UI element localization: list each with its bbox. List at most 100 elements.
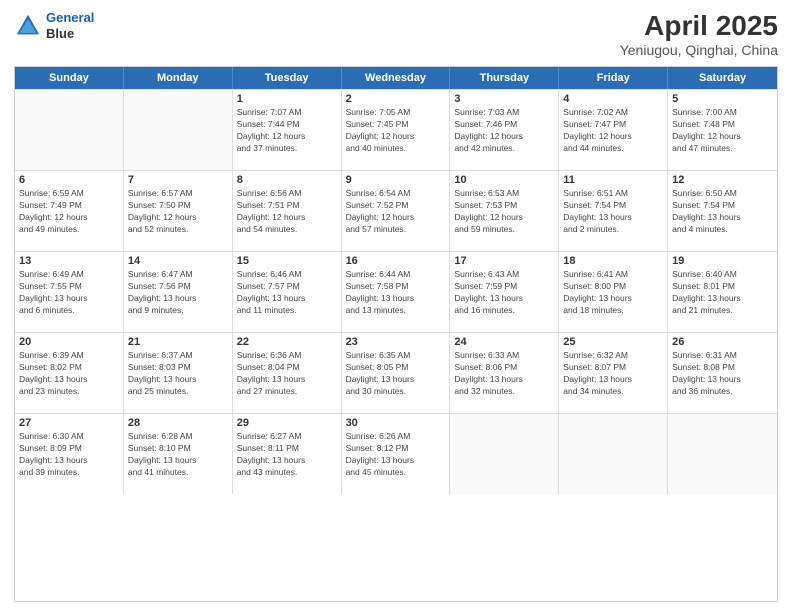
day-info: Sunrise: 6:57 AM Sunset: 7:50 PM Dayligh… [128,188,228,236]
calendar-day-20: 20 Sunrise: 6:39 AM Sunset: 8:02 PM Dayli… [15,333,124,413]
day-info: Sunrise: 6:47 AM Sunset: 7:56 PM Dayligh… [128,269,228,317]
calendar-day-29: 29 Sunrise: 6:27 AM Sunset: 8:11 PM Dayli… [233,414,342,494]
header-day-tuesday: Tuesday [233,67,342,89]
calendar-day-30: 30 Sunrise: 6:26 AM Sunset: 8:12 PM Dayli… [342,414,451,494]
header-day-thursday: Thursday [450,67,559,89]
calendar-day-12: 12 Sunrise: 6:50 AM Sunset: 7:54 PM Dayli… [668,171,777,251]
day-number: 26 [672,336,773,348]
day-number: 5 [672,93,773,105]
title-section: April 2025 Yeniugou, Qinghai, China [620,10,778,58]
calendar-day-10: 10 Sunrise: 6:53 AM Sunset: 7:53 PM Dayli… [450,171,559,251]
day-number: 24 [454,336,554,348]
day-number: 22 [237,336,337,348]
day-info: Sunrise: 6:59 AM Sunset: 7:49 PM Dayligh… [19,188,119,236]
day-number: 14 [128,255,228,267]
calendar-week-3: 20 Sunrise: 6:39 AM Sunset: 8:02 PM Dayli… [15,332,777,413]
calendar-day-9: 9Sunrise: 6:54 AM Sunset: 7:52 PM Daylig… [342,171,451,251]
calendar-day-empty [559,414,668,494]
calendar-day-22: 22Sunrise: 6:36 AM Sunset: 8:04 PM Dayli… [233,333,342,413]
calendar-day-14: 14 Sunrise: 6:47 AM Sunset: 7:56 PM Dayli… [124,252,233,332]
calendar-day-26: 26 Sunrise: 6:31 AM Sunset: 8:08 PM Dayli… [668,333,777,413]
day-number: 11 [563,174,663,186]
calendar-day-2: 2 Sunrise: 7:05 AM Sunset: 7:45 PM Daylig… [342,90,451,170]
day-info: Sunrise: 6:50 AM Sunset: 7:54 PM Dayligh… [672,188,773,236]
calendar-body: 1 Sunrise: 7:07 AM Sunset: 7:44 PM Daylig… [15,89,777,494]
header-day-wednesday: Wednesday [342,67,451,89]
calendar-day-empty [15,90,124,170]
calendar-day-empty [668,414,777,494]
calendar-day-19: 19 Sunrise: 6:40 AM Sunset: 8:01 PM Dayli… [668,252,777,332]
day-info: Sunrise: 6:44 AM Sunset: 7:58 PM Dayligh… [346,269,446,317]
calendar-day-21: 21Sunrise: 6:37 AM Sunset: 8:03 PM Dayli… [124,333,233,413]
day-number: 17 [454,255,554,267]
day-info: Sunrise: 6:27 AM Sunset: 8:11 PM Dayligh… [237,431,337,479]
day-number: 12 [672,174,773,186]
calendar-day-5: 5 Sunrise: 7:00 AM Sunset: 7:48 PM Daylig… [668,90,777,170]
day-info: Sunrise: 6:39 AM Sunset: 8:02 PM Dayligh… [19,350,119,398]
calendar-day-empty [450,414,559,494]
day-number: 30 [346,417,446,429]
logo-text: General Blue [46,10,94,41]
day-info: Sunrise: 6:28 AM Sunset: 8:10 PM Dayligh… [128,431,228,479]
calendar-day-6: 6 Sunrise: 6:59 AM Sunset: 7:49 PM Daylig… [15,171,124,251]
day-number: 13 [19,255,119,267]
day-number: 7 [128,174,228,186]
day-number: 6 [19,174,119,186]
day-number: 15 [237,255,337,267]
calendar-day-17: 17Sunrise: 6:43 AM Sunset: 7:59 PM Dayli… [450,252,559,332]
page: General Blue April 2025 Yeniugou, Qingha… [0,0,792,612]
calendar-day-18: 18Sunrise: 6:41 AM Sunset: 8:00 PM Dayli… [559,252,668,332]
header-day-sunday: Sunday [15,67,124,89]
day-info: Sunrise: 6:31 AM Sunset: 8:08 PM Dayligh… [672,350,773,398]
day-info: Sunrise: 6:30 AM Sunset: 8:09 PM Dayligh… [19,431,119,479]
day-info: Sunrise: 7:07 AM Sunset: 7:44 PM Dayligh… [237,107,337,155]
day-info: Sunrise: 6:53 AM Sunset: 7:53 PM Dayligh… [454,188,554,236]
day-info: Sunrise: 6:35 AM Sunset: 8:05 PM Dayligh… [346,350,446,398]
day-info: Sunrise: 6:49 AM Sunset: 7:55 PM Dayligh… [19,269,119,317]
day-info: Sunrise: 7:05 AM Sunset: 7:45 PM Dayligh… [346,107,446,155]
day-number: 16 [346,255,446,267]
day-info: Sunrise: 6:37 AM Sunset: 8:03 PM Dayligh… [128,350,228,398]
day-info: Sunrise: 7:02 AM Sunset: 7:47 PM Dayligh… [563,107,663,155]
day-info: Sunrise: 6:40 AM Sunset: 8:01 PM Dayligh… [672,269,773,317]
day-number: 4 [563,93,663,105]
calendar: SundayMondayTuesdayWednesdayThursdayFrid… [14,66,778,602]
calendar-week-1: 6 Sunrise: 6:59 AM Sunset: 7:49 PM Daylig… [15,170,777,251]
header-day-monday: Monday [124,67,233,89]
day-info: Sunrise: 6:26 AM Sunset: 8:12 PM Dayligh… [346,431,446,479]
calendar-day-16: 16 Sunrise: 6:44 AM Sunset: 7:58 PM Dayli… [342,252,451,332]
day-number: 20 [19,336,119,348]
day-number: 23 [346,336,446,348]
calendar-day-27: 27 Sunrise: 6:30 AM Sunset: 8:09 PM Dayli… [15,414,124,494]
logo: General Blue [14,10,94,41]
calendar-day-13: 13 Sunrise: 6:49 AM Sunset: 7:55 PM Dayli… [15,252,124,332]
day-info: Sunrise: 6:33 AM Sunset: 8:06 PM Dayligh… [454,350,554,398]
calendar-day-empty [124,90,233,170]
calendar-week-0: 1 Sunrise: 7:07 AM Sunset: 7:44 PM Daylig… [15,89,777,170]
calendar-day-7: 7 Sunrise: 6:57 AM Sunset: 7:50 PM Daylig… [124,171,233,251]
calendar-day-1: 1 Sunrise: 7:07 AM Sunset: 7:44 PM Daylig… [233,90,342,170]
day-number: 29 [237,417,337,429]
day-number: 27 [19,417,119,429]
day-info: Sunrise: 6:46 AM Sunset: 7:57 PM Dayligh… [237,269,337,317]
day-info: Sunrise: 6:54 AM Sunset: 7:52 PM Dayligh… [346,188,446,236]
day-number: 3 [454,93,554,105]
subtitle: Yeniugou, Qinghai, China [620,42,778,58]
day-info: Sunrise: 6:41 AM Sunset: 8:00 PM Dayligh… [563,269,663,317]
header-day-saturday: Saturday [668,67,777,89]
day-number: 8 [237,174,337,186]
calendar-day-11: 11Sunrise: 6:51 AM Sunset: 7:54 PM Dayli… [559,171,668,251]
calendar-week-2: 13 Sunrise: 6:49 AM Sunset: 7:55 PM Dayli… [15,251,777,332]
calendar-day-8: 8 Sunrise: 6:56 AM Sunset: 7:51 PM Daylig… [233,171,342,251]
header: General Blue April 2025 Yeniugou, Qingha… [14,10,778,58]
day-number: 19 [672,255,773,267]
calendar-day-3: 3Sunrise: 7:03 AM Sunset: 7:46 PM Daylig… [450,90,559,170]
day-info: Sunrise: 6:56 AM Sunset: 7:51 PM Dayligh… [237,188,337,236]
calendar-header-row: SundayMondayTuesdayWednesdayThursdayFrid… [15,67,777,89]
day-number: 2 [346,93,446,105]
day-info: Sunrise: 7:00 AM Sunset: 7:48 PM Dayligh… [672,107,773,155]
calendar-week-4: 27 Sunrise: 6:30 AM Sunset: 8:09 PM Dayli… [15,413,777,494]
calendar-day-25: 25Sunrise: 6:32 AM Sunset: 8:07 PM Dayli… [559,333,668,413]
day-number: 1 [237,93,337,105]
day-number: 10 [454,174,554,186]
